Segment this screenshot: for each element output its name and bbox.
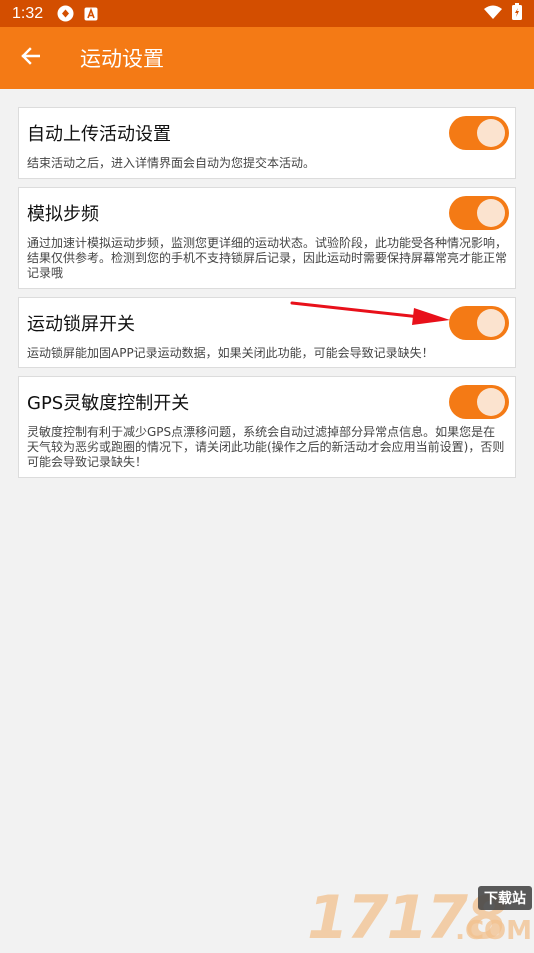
status-time: 1:32 (12, 5, 43, 23)
toggle-knob (477, 309, 505, 337)
watermark-badge: 下载站 (478, 886, 532, 910)
status-right-group (484, 3, 522, 24)
app-bar: 运动设置 (0, 27, 534, 89)
toggle-knob (477, 119, 505, 147)
watermark-logo: 17178 下载站 .COM (307, 886, 532, 948)
setting-title: 自动上传活动设置 (27, 120, 171, 146)
simulated-cadence-toggle[interactable] (449, 196, 509, 230)
sync-icon (57, 5, 74, 22)
gps-sensitivity-toggle[interactable] (449, 385, 509, 419)
a-badge-icon (84, 7, 98, 21)
setting-title: 运动锁屏开关 (27, 310, 135, 336)
toggle-knob (477, 388, 505, 416)
setting-title: 模拟步频 (27, 200, 99, 226)
battery-icon (512, 3, 522, 24)
status-bar: 1:32 (0, 0, 534, 27)
page-title: 运动设置 (80, 43, 164, 73)
setting-description: 通过加速计模拟运动步频，监测您更详细的运动状态。试验阶段，此功能受各种情况影响，… (27, 236, 507, 281)
auto-upload-toggle[interactable] (449, 116, 509, 150)
arrow-left-icon (20, 47, 40, 69)
wifi-icon (484, 4, 502, 23)
setting-gps-sensitivity: GPS灵敏度控制开关 灵敏度控制有利于减少GPS点漂移问题，系统会自动过滤掉部分… (18, 376, 516, 478)
lock-screen-toggle[interactable] (449, 306, 509, 340)
red-arrow-annotation (290, 297, 455, 333)
setting-auto-upload: 自动上传活动设置 结束活动之后，进入详情界面会自动为您提交本活动。 (18, 107, 516, 179)
setting-description: 结束活动之后，进入详情界面会自动为您提交本活动。 (27, 156, 507, 171)
watermark-suffix: .COM (455, 916, 532, 946)
setting-simulated-cadence: 模拟步频 通过加速计模拟运动步频，监测您更详细的运动状态。试验阶段，此功能受各种… (18, 187, 516, 289)
back-button[interactable] (0, 27, 60, 89)
setting-title: GPS灵敏度控制开关 (27, 389, 189, 415)
toggle-knob (477, 199, 505, 227)
setting-description: 运动锁屏能加固APP记录运动数据，如果关闭此功能，可能会导致记录缺失！ (27, 346, 507, 361)
setting-description: 灵敏度控制有利于减少GPS点漂移问题，系统会自动过滤掉部分异常点信息。如果您是在… (27, 425, 507, 470)
